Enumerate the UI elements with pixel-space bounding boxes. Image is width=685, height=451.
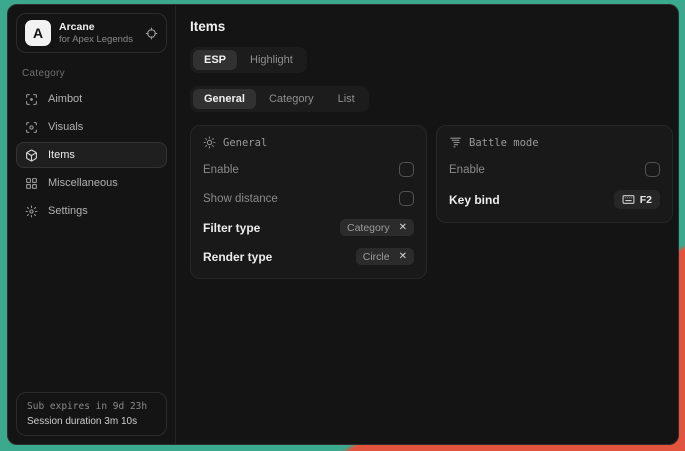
scan-eye-icon [25,121,38,134]
sidebar-item-items[interactable]: Items [16,142,167,168]
sun-icon [203,136,216,149]
sidebar-item-visuals[interactable]: Visuals [16,114,167,140]
setting-row-show-distance: Show distance [203,190,414,207]
setting-label: Filter type [203,221,260,235]
key-bind-value: F2 [640,194,652,206]
mode-tab-group: ESP Highlight [190,47,307,73]
crosshair-icon [25,93,38,106]
battle-mode-panel-header: Battle mode [449,136,660,149]
keyboard-icon [622,193,635,206]
crosshair-icon[interactable] [145,27,158,40]
show-distance-checkbox[interactable] [399,191,414,206]
sidebar-item-settings[interactable]: Settings [16,198,167,224]
app-logo: A [25,20,51,46]
setting-label: Render type [203,250,272,264]
setting-row-render-type: Render type Circle ✕ [203,248,414,265]
enable-checkbox[interactable] [399,162,414,177]
selected-value: Circle [363,251,390,263]
sidebar-item-label: Settings [48,205,88,217]
panel-title: General [223,137,267,149]
setting-label: Enable [449,164,485,176]
setting-row-enable: Enable [203,161,414,178]
sidebar-item-label: Miscellaneous [48,177,118,189]
sidebar-item-miscellaneous[interactable]: Miscellaneous [16,170,167,196]
subscription-info-card: Sub expires in 9d 23h Session duration 3… [16,392,167,436]
panels-row: General Enable Show distance Filter type… [190,125,673,279]
main-content: Items ESP Highlight General Category Lis… [176,5,679,444]
panel-title: Battle mode [469,137,539,149]
sidebar-item-aimbot[interactable]: Aimbot [16,86,167,112]
tab-category[interactable]: Category [258,89,325,109]
tab-highlight[interactable]: Highlight [239,50,304,70]
tab-list[interactable]: List [327,89,366,109]
clear-icon[interactable]: ✕ [399,252,407,262]
app-meta: Arcane for Apex Legends [59,21,133,45]
tab-general[interactable]: General [193,89,256,109]
sub-expires-text: Sub expires in 9d 23h [27,401,156,412]
view-tab-group: General Category List [190,86,369,112]
key-bind-button[interactable]: F2 [614,190,660,209]
render-type-select[interactable]: Circle ✕ [356,248,414,265]
setting-row-enable: Enable [449,161,660,178]
tornado-icon [449,136,462,149]
clear-icon[interactable]: ✕ [399,223,407,233]
sidebar-item-label: Items [48,149,75,161]
battle-enable-checkbox[interactable] [645,162,660,177]
setting-row-key-bind: Key bind F2 [449,190,660,209]
grid-icon [25,177,38,190]
app-name: Arcane [59,21,133,33]
sidebar-item-label: Aimbot [48,93,82,105]
package-icon [25,149,38,162]
setting-label: Show distance [203,193,278,205]
session-duration-text: Session duration 3m 10s [27,416,156,427]
battle-mode-panel: Battle mode Enable Key bind F2 [436,125,673,223]
general-panel-header: General [203,136,414,149]
page-title: Items [190,19,673,34]
gear-icon [25,205,38,218]
sidebar-nav: Aimbot Visuals Items [8,86,175,224]
sidebar-item-label: Visuals [48,121,83,133]
category-section-label: Category [22,68,161,79]
app-header-card: A Arcane for Apex Legends [16,13,167,53]
setting-label: Enable [203,164,239,176]
setting-label: Key bind [449,193,500,207]
app-subtitle: for Apex Legends [59,34,133,45]
setting-row-filter-type: Filter type Category ✕ [203,219,414,236]
sidebar: A Arcane for Apex Legends Category Aimbo… [8,5,176,444]
app-window: A Arcane for Apex Legends Category Aimbo… [7,4,679,445]
general-panel: General Enable Show distance Filter type… [190,125,427,279]
filter-type-select[interactable]: Category ✕ [340,219,414,236]
tab-esp[interactable]: ESP [193,50,237,70]
selected-value: Category [347,222,390,234]
